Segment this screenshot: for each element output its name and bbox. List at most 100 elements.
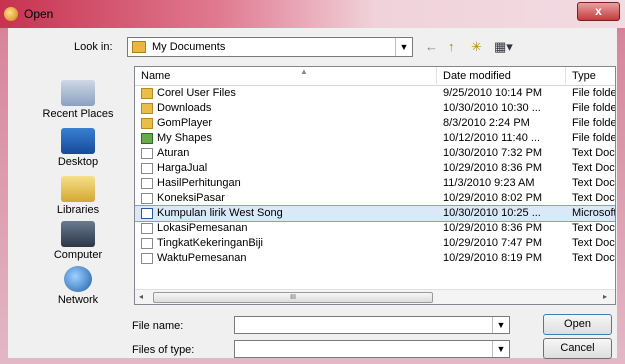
column-header: Name ▲ Date modified Type: [135, 67, 615, 86]
file-name: Corel User Files: [157, 87, 236, 99]
chevron-down-icon[interactable]: ▼: [492, 317, 509, 333]
place-computer[interactable]: Computer: [22, 221, 134, 261]
text-file-icon: [141, 253, 153, 264]
chevron-down-icon[interactable]: ▼: [492, 341, 509, 357]
file-date-modified: 10/29/2010 8:02 PM: [443, 192, 543, 204]
folder-icon: [141, 88, 153, 99]
file-name: Aturan: [157, 147, 190, 159]
list-item[interactable]: Aturan 10/30/2010 7:32 PM Text Docu: [135, 146, 615, 161]
place-recent-places[interactable]: Recent Places: [22, 80, 134, 120]
list-item[interactable]: Corel User Files 9/25/2010 10:14 PM File f…: [135, 86, 616, 101]
file-type: Text Docu: [572, 147, 615, 159]
list-item[interactable]: WaktuPemesanan 10/29/2010 8:19 PM Text Doc…: [135, 251, 615, 266]
new-folder-icon[interactable]: ✳: [471, 39, 482, 55]
place-label: Recent Places: [42, 108, 114, 120]
file-name: KoneksiPasar: [157, 192, 225, 204]
file-name: Downloads: [157, 102, 212, 114]
list-item[interactable]: HargaJual 10/29/2010 8:36 PM Text Docu: [135, 161, 615, 176]
file-list[interactable]: Name ▲ Date modified Type Corel User Fil…: [134, 66, 616, 305]
file-type: File folder: [572, 102, 616, 114]
folder-icon: [141, 118, 153, 129]
column-divider[interactable]: [565, 67, 566, 86]
file-type: File folder: [572, 132, 616, 144]
cancel-button[interactable]: Cancel: [543, 338, 612, 359]
list-item[interactable]: My Shapes 10/12/2010 11:40 ... File folder: [135, 131, 616, 146]
list-item[interactable]: HasilPerhitungan 11/3/2010 9:23 AM Text Do…: [135, 176, 615, 191]
file-name: WaktuPemesanan: [157, 252, 247, 264]
place-network[interactable]: Network: [22, 266, 134, 306]
chevron-down-icon[interactable]: ▼: [395, 38, 412, 56]
window-title: Open: [24, 7, 54, 21]
file-type: Text Docu: [572, 192, 615, 204]
file-type: File folder: [572, 87, 616, 99]
list-item[interactable]: TingkatKekeringanBiji 10/29/2010 7:47 PM T…: [135, 236, 615, 251]
file-date-modified: 10/29/2010 8:36 PM: [443, 222, 543, 234]
views-menu-icon[interactable]: ▦▾: [494, 39, 513, 55]
title-bar[interactable]: Open x: [0, 0, 625, 28]
file-name: HasilPerhitungan: [157, 177, 241, 189]
open-button[interactable]: Open: [543, 314, 612, 335]
list-item[interactable]: Downloads 10/30/2010 10:30 ... File folder: [135, 101, 616, 116]
text-file-icon: [141, 238, 153, 249]
place-libraries[interactable]: Libraries: [22, 176, 134, 216]
network-icon: [64, 266, 92, 292]
file-date-modified: 10/30/2010 10:25 ...: [443, 207, 541, 219]
file-name-input[interactable]: ▼: [234, 316, 510, 334]
file-type: Microsoft: [572, 207, 616, 219]
open-dialog-window: Open x Look in: My Documents ▼ ← ↑ ✳ ▦▾ …: [0, 0, 625, 364]
file-type: Text Docu: [572, 237, 615, 249]
file-type: Text Docu: [572, 177, 615, 189]
file-name: TingkatKekeringanBiji: [157, 237, 263, 249]
file-date-modified: 10/29/2010 8:19 PM: [443, 252, 543, 264]
file-type-dropdown[interactable]: ▼: [234, 340, 510, 358]
file-date-modified: 10/30/2010 10:30 ...: [443, 102, 541, 114]
shapes-folder-icon: [141, 133, 153, 144]
file-date-modified: 10/29/2010 7:47 PM: [443, 237, 543, 249]
look-in-value: My Documents: [152, 41, 226, 53]
scroll-right-icon[interactable]: ▸: [603, 292, 607, 301]
column-divider[interactable]: [436, 67, 437, 86]
look-in-dropdown[interactable]: My Documents ▼: [127, 37, 413, 57]
file-type: File folder: [572, 117, 616, 129]
scroll-left-icon[interactable]: ◂: [139, 292, 143, 301]
horizontal-scrollbar[interactable]: ◂ III ▸: [135, 289, 615, 304]
file-date-modified: 9/25/2010 10:14 PM: [443, 87, 543, 99]
file-type: Text Docu: [572, 252, 615, 264]
file-name-label: File name:: [132, 320, 184, 332]
dialog-body: Look in: My Documents ▼ ← ↑ ✳ ▦▾ Recent …: [8, 28, 617, 359]
list-item[interactable]: LokasiPemesanan 10/29/2010 8:36 PM Text Do…: [135, 221, 615, 236]
file-name: GomPlayer: [157, 117, 213, 129]
file-date-modified: 10/12/2010 11:40 ...: [443, 132, 541, 144]
text-file-icon: [141, 193, 153, 204]
place-desktop[interactable]: Desktop: [22, 128, 134, 168]
column-name[interactable]: Name: [141, 70, 170, 82]
up-folder-icon[interactable]: ↑: [448, 39, 455, 55]
place-label: Computer: [53, 249, 103, 261]
recent-places-icon: [61, 80, 95, 106]
back-icon[interactable]: ←: [425, 39, 438, 55]
text-file-icon: [141, 178, 153, 189]
text-file-icon: [141, 223, 153, 234]
place-label: Libraries: [56, 204, 100, 216]
desktop-icon: [61, 128, 95, 154]
close-button[interactable]: x: [577, 2, 620, 21]
computer-icon: [61, 221, 95, 247]
list-item[interactable]: GomPlayer 8/3/2010 2:24 PM File folder: [135, 116, 616, 131]
scrollbar-thumb[interactable]: III: [153, 292, 433, 303]
list-item[interactable]: Kumpulan lirik West Song 10/30/2010 10:25…: [135, 205, 616, 222]
file-date-modified: 10/30/2010 7:32 PM: [443, 147, 543, 159]
place-label: Desktop: [57, 156, 99, 168]
column-date-modified[interactable]: Date modified: [443, 70, 511, 82]
file-type: Text Docu: [572, 222, 615, 234]
file-name: HargaJual: [157, 162, 208, 174]
file-date-modified: 11/3/2010 9:23 AM: [443, 177, 535, 189]
file-type: Text Docu: [572, 162, 615, 174]
app-icon: [4, 7, 18, 21]
file-date-modified: 8/3/2010 2:24 PM: [443, 117, 530, 129]
file-name: LokasiPemesanan: [157, 222, 248, 234]
file-name: My Shapes: [157, 132, 213, 144]
folder-icon: [132, 41, 146, 53]
list-item[interactable]: KoneksiPasar 10/29/2010 8:02 PM Text Docu: [135, 191, 615, 206]
column-type[interactable]: Type: [572, 70, 596, 82]
word-document-icon: [141, 208, 153, 219]
